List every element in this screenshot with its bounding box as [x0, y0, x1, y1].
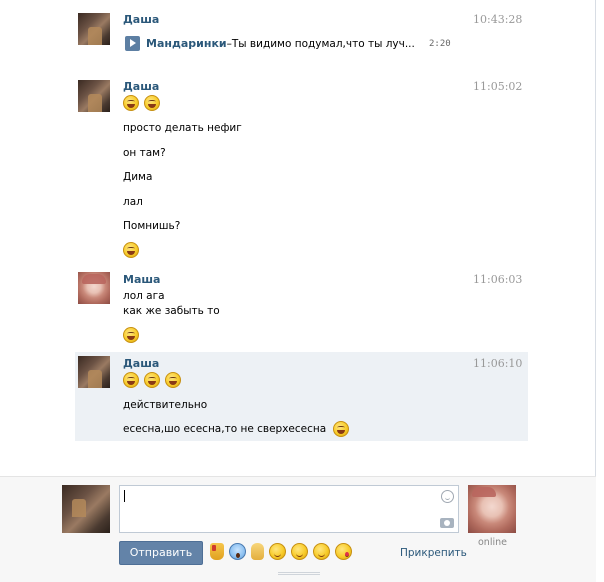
emoji-row: [123, 327, 144, 343]
tears-of-joy-icon: [123, 242, 139, 258]
message-input[interactable]: [119, 485, 459, 533]
message-text: лал: [123, 196, 143, 208]
peer-avatar[interactable]: [468, 485, 516, 533]
attach-link[interactable]: Прикрепить: [400, 547, 467, 559]
timestamp[interactable]: 11:05:02: [473, 80, 522, 93]
compose-panel: Отправить Прикрепить online: [0, 476, 596, 582]
timestamp[interactable]: 11:06:03: [473, 273, 522, 286]
message-text: просто делать нефиг: [123, 122, 242, 134]
sweat-smile-icon: [123, 327, 139, 343]
message-text-with-emoji: есесна,шо есесна,то не сверхесесна: [123, 421, 354, 437]
message-text: действительно: [123, 399, 208, 411]
avatar-dasha[interactable]: [78, 80, 110, 112]
peer-status: online: [478, 537, 507, 548]
emoji-row: [123, 242, 144, 258]
play-icon[interactable]: [125, 36, 140, 51]
tears-of-joy-icon: [144, 372, 160, 388]
audio-attachment: Мандаринки – Ты видимо подумал,что ты лу…: [125, 36, 415, 51]
avatar-dasha[interactable]: [78, 13, 110, 45]
smile-icon[interactable]: [441, 490, 454, 503]
message-text: лол ага: [123, 290, 165, 302]
author-name[interactable]: Даша: [123, 80, 159, 93]
tears-of-joy-icon: [144, 95, 160, 111]
victory-hand-icon[interactable]: [251, 543, 264, 560]
tears-of-joy-icon: [123, 95, 139, 111]
message-text: Дима: [123, 171, 153, 183]
dialog-window: Даша 10:43:28 Мандаринки – Ты видимо под…: [0, 0, 596, 582]
emoji-row: [123, 95, 165, 111]
screaming-face-icon[interactable]: [229, 543, 246, 560]
my-avatar[interactable]: [62, 485, 110, 533]
message-text: есесна,шо есесна,то не сверхесесна: [123, 423, 327, 435]
relieved-face-icon[interactable]: [269, 543, 286, 560]
kissing-wink-icon[interactable]: [335, 543, 352, 560]
send-button[interactable]: Отправить: [119, 541, 203, 565]
avatar-dasha[interactable]: [78, 356, 110, 388]
emoji-row: [123, 372, 186, 388]
message-text: Помнишь?: [123, 220, 181, 232]
timestamp[interactable]: 10:43:28: [473, 13, 522, 26]
message-history: Даша 10:43:28 Мандаринки – Ты видимо под…: [0, 0, 596, 476]
tears-of-joy-icon: [123, 372, 139, 388]
message-text: он там?: [123, 147, 166, 159]
thumbs-down-icon[interactable]: [210, 543, 224, 560]
quick-emoji-bar: [210, 543, 352, 560]
avatar-masha[interactable]: [78, 272, 110, 304]
audio-duration: 2:20: [429, 39, 451, 49]
resize-grip[interactable]: [278, 572, 320, 575]
text-caret: [124, 490, 125, 502]
camera-icon[interactable]: [440, 518, 454, 528]
audio-title: Ты видимо подумал,что ты луч...: [231, 37, 415, 50]
author-name[interactable]: Маша: [123, 273, 160, 286]
author-name[interactable]: Даша: [123, 357, 159, 370]
tears-of-joy-icon: [332, 421, 349, 437]
smirk-face-icon[interactable]: [313, 543, 330, 560]
message-text: как же забыть то: [123, 305, 220, 317]
author-name[interactable]: Даша: [123, 13, 159, 26]
audio-artist[interactable]: Мандаринки: [146, 37, 227, 50]
timestamp[interactable]: 11:06:10: [473, 357, 522, 370]
tears-of-joy-icon[interactable]: [291, 543, 308, 560]
tears-of-joy-icon: [165, 372, 181, 388]
